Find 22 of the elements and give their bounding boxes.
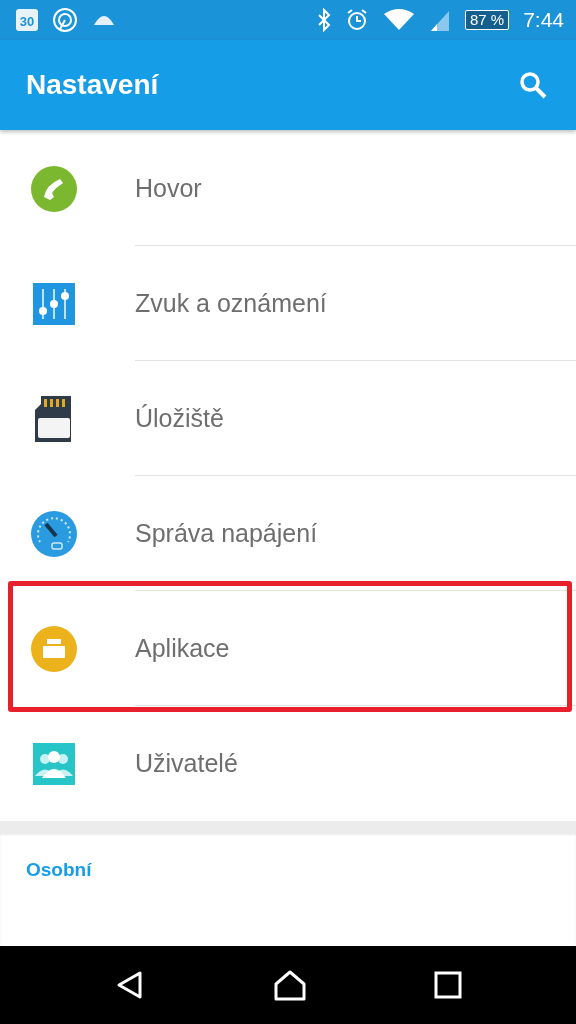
wifi-icon bbox=[382, 8, 415, 32]
signal-icon bbox=[428, 9, 451, 31]
battery-icon: 87 % bbox=[464, 10, 510, 30]
settings-item[interactable]: Správa napájení bbox=[0, 476, 576, 591]
calendar-icon: 30 bbox=[16, 9, 38, 31]
settings-item[interactable]: Úložiště bbox=[0, 361, 576, 476]
phone-icon bbox=[29, 164, 78, 213]
section-header: Osobní bbox=[26, 859, 92, 880]
equalizer-icon bbox=[32, 282, 75, 325]
settings-item[interactable]: Hovor bbox=[0, 131, 576, 246]
people-icon bbox=[32, 742, 75, 785]
screen-title: Nastavení bbox=[26, 69, 160, 101]
radar-icon bbox=[52, 7, 78, 33]
clock-time: 7:44 bbox=[523, 8, 564, 32]
gauge-icon bbox=[29, 509, 78, 558]
settings-item[interactable]: Uživatelé bbox=[0, 706, 576, 821]
settings-item[interactable]: Zvuk a oznámení bbox=[0, 246, 576, 361]
dome-icon bbox=[92, 13, 116, 27]
memory-card-icon bbox=[34, 395, 73, 442]
app-drawer-icon bbox=[29, 624, 78, 673]
settings-item[interactable]: Aplikace bbox=[0, 591, 576, 706]
bluetooth-icon bbox=[316, 8, 331, 32]
